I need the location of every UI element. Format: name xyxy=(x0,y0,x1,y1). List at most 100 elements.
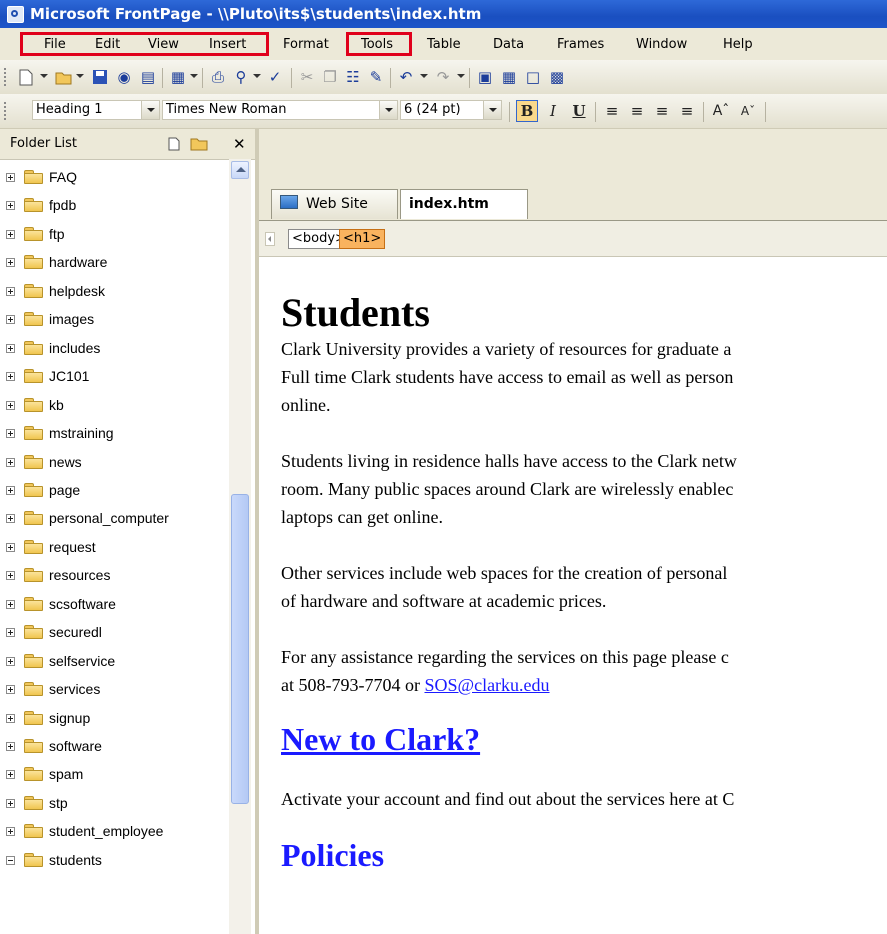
folder-tree-item[interactable]: news xyxy=(0,448,232,476)
new-folder-icon[interactable] xyxy=(190,137,208,155)
folder-tree-item[interactable]: resources xyxy=(0,561,232,589)
folder-tree-item[interactable]: includes xyxy=(0,334,232,362)
expand-icon[interactable] xyxy=(6,429,15,439)
justify-icon[interactable]: ≡ xyxy=(676,100,698,122)
undo-icon[interactable]: ↶ xyxy=(396,67,416,87)
preview-icon[interactable]: ⚲ xyxy=(231,67,251,87)
insert-layer-icon[interactable]: □ xyxy=(523,67,543,87)
chevron-down-icon[interactable] xyxy=(483,101,501,119)
menu-tools[interactable]: Tools xyxy=(361,37,393,52)
print-icon[interactable]: ⎙ xyxy=(208,67,228,87)
spelling-icon[interactable]: ✓ xyxy=(265,67,285,87)
expand-icon[interactable] xyxy=(6,798,15,808)
open-dropdown-arrow[interactable] xyxy=(76,74,84,78)
copy-icon[interactable]: ❐ xyxy=(320,67,340,87)
folder-list-scrollbar[interactable] xyxy=(229,159,251,934)
save-icon[interactable] xyxy=(90,67,110,87)
expand-icon[interactable] xyxy=(6,628,15,638)
new-to-clark-link[interactable]: New to Clark? xyxy=(281,721,480,757)
expand-icon[interactable] xyxy=(6,286,15,296)
folder-tree-item[interactable]: securedl xyxy=(0,618,232,646)
expand-icon[interactable] xyxy=(6,685,15,695)
expand-icon[interactable] xyxy=(6,229,15,239)
bold-button[interactable]: B xyxy=(516,100,538,122)
toggle-pane-dropdown-arrow[interactable] xyxy=(190,74,198,78)
new-page-icon[interactable] xyxy=(168,137,180,155)
expand-icon[interactable] xyxy=(6,372,15,382)
italic-button[interactable]: I xyxy=(542,100,564,122)
collapse-icon[interactable] xyxy=(6,855,15,865)
frontpage-app-icon[interactable] xyxy=(7,6,24,23)
folder-tree-item[interactable]: JC101 xyxy=(0,362,232,390)
cut-icon[interactable]: ✂ xyxy=(297,67,317,87)
format-painter-icon[interactable]: ✎ xyxy=(366,67,386,87)
expand-icon[interactable] xyxy=(6,258,15,268)
chevron-down-icon[interactable] xyxy=(141,101,159,119)
align-left-icon[interactable]: ≡ xyxy=(601,100,623,122)
close-icon[interactable]: ✕ xyxy=(233,135,246,153)
expand-icon[interactable] xyxy=(6,770,15,780)
folder-tree-item[interactable]: FAQ xyxy=(0,163,232,191)
expand-icon[interactable] xyxy=(6,485,15,495)
publish-icon[interactable]: ▤ xyxy=(138,67,158,87)
redo-icon[interactable]: ↷ xyxy=(433,67,453,87)
menu-format[interactable]: Format xyxy=(283,37,329,52)
folder-tree-item[interactable]: stp xyxy=(0,789,232,817)
email-link[interactable]: SOS@clarku.edu xyxy=(424,675,549,695)
folder-tree-item[interactable]: images xyxy=(0,305,232,333)
folder-tree-item[interactable]: personal_computer xyxy=(0,504,232,532)
expand-icon[interactable] xyxy=(6,656,15,666)
folder-tree-item[interactable]: spam xyxy=(0,760,232,788)
scroll-thumb[interactable] xyxy=(231,494,249,804)
tab-index-htm[interactable]: index.htm xyxy=(400,189,528,219)
expand-icon[interactable] xyxy=(6,315,15,325)
insert-table-icon[interactable]: ▦ xyxy=(499,67,519,87)
folder-tree-item[interactable]: mstraining xyxy=(0,419,232,447)
menu-window[interactable]: Window xyxy=(636,37,687,52)
increase-font-size-icon[interactable]: Aˆ xyxy=(710,100,732,122)
expand-icon[interactable] xyxy=(6,599,15,609)
decrease-font-size-icon[interactable]: Aˇ xyxy=(737,100,759,122)
tag-h1[interactable]: <h1> xyxy=(339,229,386,249)
expand-icon[interactable] xyxy=(6,173,15,182)
menu-table[interactable]: Table xyxy=(427,37,461,52)
folder-tree-item[interactable]: scsoftware xyxy=(0,590,232,618)
chevron-down-icon[interactable] xyxy=(379,101,397,119)
expand-icon[interactable] xyxy=(6,457,15,467)
folder-tree-item[interactable]: student_employee xyxy=(0,817,232,845)
menu-edit[interactable]: Edit xyxy=(95,37,120,52)
insert-picture-icon[interactable]: ▩ xyxy=(547,67,567,87)
expand-icon[interactable] xyxy=(6,343,15,353)
tab-web-site[interactable]: Web Site xyxy=(271,189,398,219)
new-page-icon[interactable] xyxy=(16,67,36,87)
font-select[interactable]: Times New Roman xyxy=(162,100,398,120)
undo-dropdown-arrow[interactable] xyxy=(420,74,428,78)
folder-tree-item[interactable]: kb xyxy=(0,391,232,419)
folder-tree-item[interactable]: request xyxy=(0,533,232,561)
folder-tree-item[interactable]: hardware xyxy=(0,248,232,276)
expand-icon[interactable] xyxy=(6,514,15,524)
menu-help[interactable]: Help xyxy=(723,37,753,52)
expand-icon[interactable] xyxy=(6,201,15,211)
new-dropdown-arrow[interactable] xyxy=(40,74,48,78)
menu-view[interactable]: View xyxy=(148,37,179,52)
toolbar-grip[interactable] xyxy=(4,102,8,120)
font-size-select[interactable]: 6 (24 pt) xyxy=(400,100,502,120)
toggle-pane-icon[interactable]: ▦ xyxy=(168,67,188,87)
folder-tree-item[interactable]: selfservice xyxy=(0,647,232,675)
expand-icon[interactable] xyxy=(6,542,15,552)
expand-icon[interactable] xyxy=(6,713,15,723)
align-right-icon[interactable]: ≡ xyxy=(651,100,673,122)
folder-tree-item[interactable]: helpdesk xyxy=(0,277,232,305)
folder-tree-item[interactable]: ftp xyxy=(0,220,232,248)
menu-insert[interactable]: Insert xyxy=(209,37,246,52)
page-content[interactable]: Students Clark University provides a var… xyxy=(281,291,887,873)
align-center-icon[interactable]: ≡ xyxy=(626,100,648,122)
folder-tree-item[interactable]: page xyxy=(0,476,232,504)
paste-icon[interactable]: ☷ xyxy=(343,67,363,87)
folder-tree-item[interactable]: services xyxy=(0,675,232,703)
tag-scroll-left-button[interactable] xyxy=(265,232,275,246)
folder-tree-item[interactable]: software xyxy=(0,732,232,760)
toolbar-grip[interactable] xyxy=(4,68,8,86)
web-component-icon[interactable]: ▣ xyxy=(475,67,495,87)
